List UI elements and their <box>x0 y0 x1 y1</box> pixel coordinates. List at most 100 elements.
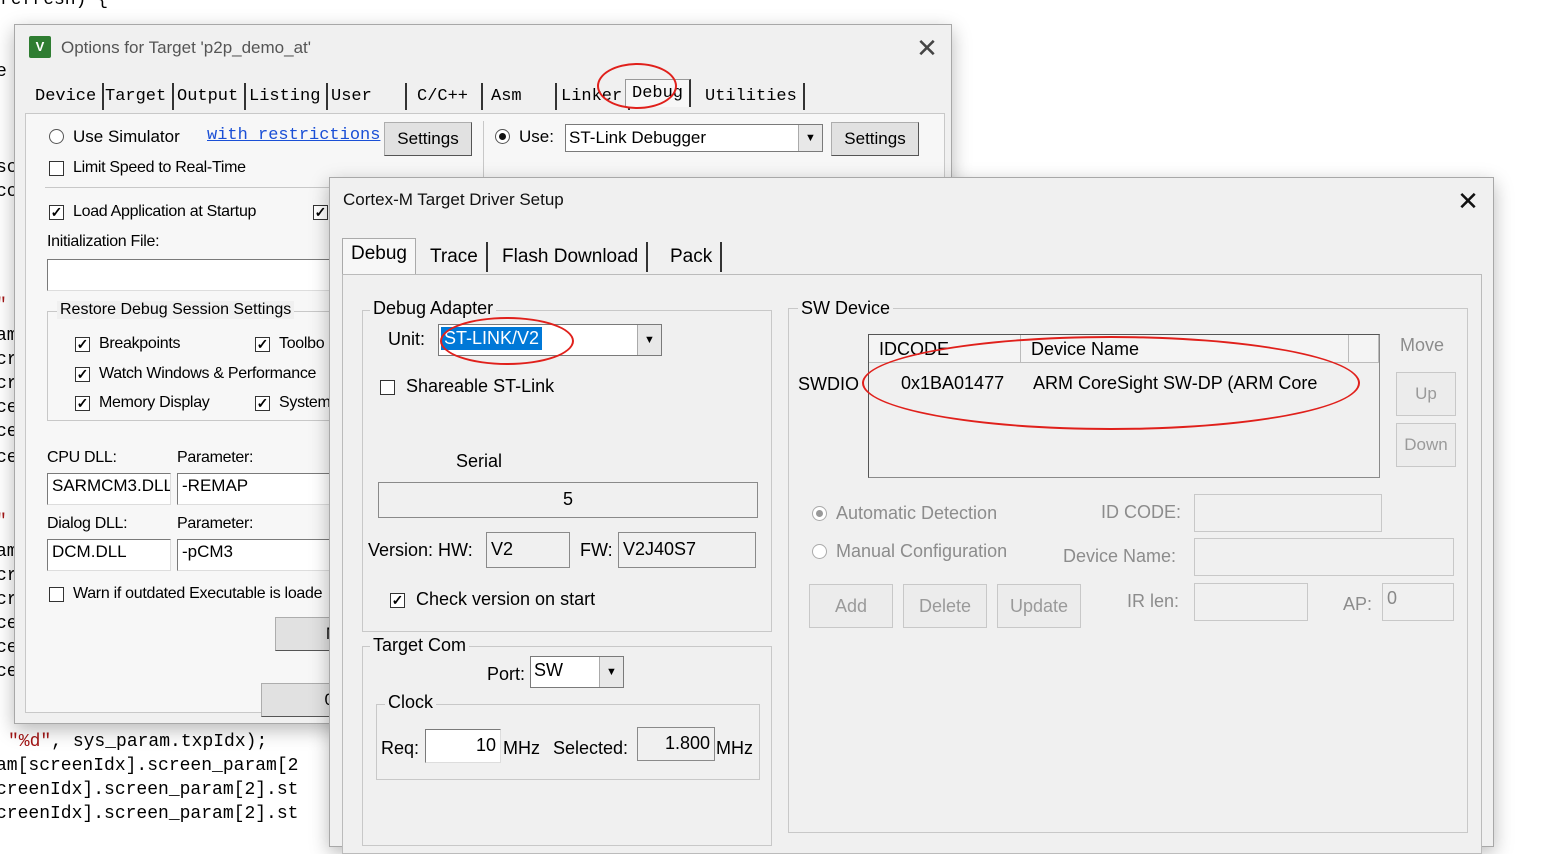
sw-device-list[interactable]: IDCODE Device Name 0x1BA01477 ARM CoreSi… <box>868 334 1380 478</box>
add-button[interactable]: Add <box>809 584 893 628</box>
move-up-button[interactable]: Up <box>1396 372 1456 416</box>
debug-adapter-group <box>362 310 772 632</box>
code-line: creenIdx].screen_param[2].st <box>0 780 298 800</box>
delete-button[interactable]: Delete <box>903 584 987 628</box>
watch-windows-checkbox[interactable]: ✓ <box>75 367 90 382</box>
load-app-checkbox[interactable]: ✓ <box>49 205 64 220</box>
tab-trace[interactable]: Trace <box>422 242 488 272</box>
tab-debug[interactable]: Debug <box>625 79 692 107</box>
chevron-down-icon: ▼ <box>599 657 623 687</box>
req-mhz-label: MHz <box>503 738 540 758</box>
debugger-select[interactable]: ST-Link Debugger ▼ <box>565 124 823 152</box>
column-idcode[interactable]: IDCODE <box>869 335 1021 363</box>
column-device-name[interactable]: Device Name <box>1021 335 1349 363</box>
code-line-top: refresh) { <box>0 0 109 10</box>
limit-speed-checkbox[interactable] <box>49 161 64 176</box>
breakpoints-checkbox[interactable]: ✓ <box>75 337 90 352</box>
run-to-main-checkbox[interactable]: ✓ <box>313 205 328 220</box>
hw-version-field: V2 <box>486 532 570 568</box>
use-simulator-label: Use Simulator <box>73 127 180 146</box>
shareable-checkbox[interactable] <box>380 380 395 395</box>
code-fragment: e <box>0 62 7 82</box>
options-tab-bar: Device Target Output Listing User C/C++ … <box>29 79 849 113</box>
tab-utilities[interactable]: Utilities <box>699 83 805 110</box>
use-label: Use: <box>519 127 554 146</box>
memory-display-checkbox[interactable]: ✓ <box>75 396 90 411</box>
driver-tab-bar: Debug Trace Flash Download Pack <box>342 238 742 274</box>
cpu-dll-label: CPU DLL: <box>47 449 117 466</box>
tab-cpp[interactable]: C/C++ <box>411 83 483 110</box>
dialog-dll-input[interactable]: DCM.DLL <box>47 539 171 571</box>
toolbox-label: Toolbo <box>279 335 325 352</box>
tab-user[interactable]: User <box>325 83 407 110</box>
watch-windows-label: Watch Windows & Performance <box>99 365 317 382</box>
tab-device[interactable]: Device <box>29 83 105 110</box>
code-string: "%d" <box>8 732 52 752</box>
code-text: am[screenIdx].screen_param[2 <box>0 756 299 776</box>
use-debugger-radio[interactable] <box>495 129 510 144</box>
tab-pack[interactable]: Pack <box>662 242 723 272</box>
req-input[interactable]: 10 <box>425 729 501 763</box>
warn-outdated-checkbox[interactable] <box>49 587 64 602</box>
ap-input[interactable]: 0 <box>1382 583 1454 621</box>
tab-flash-download[interactable]: Flash Download <box>494 242 649 272</box>
cpu-dll-input[interactable]: SARMCM3.DLL <box>47 473 171 505</box>
selected-field: 1.800 <box>637 727 715 761</box>
fw-label: FW: <box>580 540 613 560</box>
code-text: creenIdx].screen_param[2].st <box>0 804 299 824</box>
row-idcode[interactable]: 0x1BA01477 <box>901 373 1004 394</box>
code-line: creenIdx].screen_param[2].st <box>0 804 298 824</box>
tab-linker[interactable]: Linker <box>555 83 631 110</box>
system-checkbox[interactable]: ✓ <box>255 396 270 411</box>
tab-asm[interactable]: Asm <box>485 83 557 110</box>
close-icon[interactable]: ✕ <box>1448 186 1488 216</box>
device-name-input[interactable] <box>1194 538 1454 576</box>
simulator-settings-button[interactable]: Settings <box>384 122 472 156</box>
check-version-checkbox[interactable]: ✓ <box>390 593 405 608</box>
keil-logo-icon: V <box>29 36 51 58</box>
code-fragment: " <box>0 512 7 532</box>
code-text: , sys_param.txpIdx); <box>51 732 268 752</box>
port-select[interactable]: SW ▼ <box>530 656 624 688</box>
swdio-label: SWDIO <box>798 374 859 394</box>
req-label: Req: <box>381 738 420 758</box>
init-file-input[interactable] <box>47 259 337 291</box>
use-simulator-radio[interactable] <box>49 129 64 144</box>
ap-label: AP: <box>1343 594 1373 614</box>
close-icon[interactable]: ✕ <box>907 33 947 63</box>
debugger-select-value: ST-Link Debugger <box>569 128 707 147</box>
selected-label: Selected: <box>553 738 629 758</box>
code-line: "%d", sys_param.txpIdx); <box>8 732 267 752</box>
options-window-title: Options for Target 'p2p_demo_at' <box>61 38 312 57</box>
unit-select[interactable]: ST-LINK/V2 ▼ <box>438 324 662 356</box>
dialog-parameter-input[interactable]: -pCM3 <box>177 539 337 571</box>
auto-detect-label: Automatic Detection <box>836 503 998 523</box>
auto-detect-radio[interactable] <box>812 506 827 521</box>
shareable-label: Shareable ST-Link <box>406 376 555 396</box>
restore-session-title: Restore Debug Session Settings <box>57 301 295 319</box>
version-hw-label: Version: HW: <box>368 540 473 560</box>
memory-display-label: Memory Display <box>99 394 210 411</box>
cpu-parameter-input[interactable]: -REMAP <box>177 473 337 505</box>
code-line: am[screenIdx].screen_param[2 <box>0 756 298 776</box>
update-button[interactable]: Update <box>997 584 1081 628</box>
unit-label: Unit: <box>388 329 426 349</box>
debugger-settings-button[interactable]: Settings <box>831 122 919 156</box>
cpu-parameter-label: Parameter: <box>177 449 254 466</box>
ir-len-label: IR len: <box>1127 591 1180 611</box>
row-device-name[interactable]: ARM CoreSight SW-DP (ARM Core <box>1033 373 1317 394</box>
tab-debug[interactable]: Debug <box>342 238 416 274</box>
init-file-label: Initialization File: <box>47 233 160 250</box>
warn-outdated-label: Warn if outdated Executable is loade <box>73 585 323 602</box>
manual-config-radio[interactable] <box>812 544 827 559</box>
tab-target[interactable]: Target <box>99 83 175 110</box>
toolbox-checkbox[interactable]: ✓ <box>255 337 270 352</box>
ir-len-input[interactable] <box>1194 583 1308 621</box>
move-down-button[interactable]: Down <box>1396 423 1456 467</box>
tab-listing[interactable]: Listing <box>243 83 329 110</box>
chevron-down-icon: ▼ <box>637 325 661 355</box>
breakpoints-label: Breakpoints <box>99 335 181 352</box>
with-restrictions-link[interactable]: with restrictions <box>207 126 380 145</box>
id-code-input[interactable] <box>1194 494 1382 532</box>
tab-output[interactable]: Output <box>171 83 247 110</box>
